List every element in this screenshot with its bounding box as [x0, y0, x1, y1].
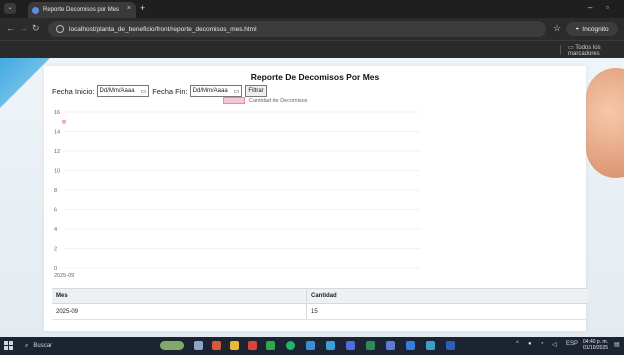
y-tick-label: 12 [54, 149, 60, 155]
fecha-fin-input[interactable]: Dd/Mm/Aaaa ▭ [189, 85, 243, 97]
y-tick-label: 10 [54, 169, 60, 175]
bookmarks-divider [560, 45, 561, 55]
search-icon: ⌕ [25, 342, 29, 349]
taskbar-search[interactable]: ⌕ Buscar [25, 340, 125, 352]
spotify-icon[interactable] [286, 341, 295, 350]
app-icon[interactable] [426, 341, 435, 350]
tab-close-icon[interactable]: × [127, 5, 131, 12]
wifi-icon[interactable]: ◔ [540, 341, 544, 347]
data-point [61, 119, 66, 124]
y-tick-label: 8 [54, 188, 57, 194]
restore-icon[interactable]: ▫ [606, 3, 609, 12]
app-icon[interactable] [346, 341, 355, 350]
vscode-icon[interactable] [406, 341, 415, 350]
table-row: 2025-09 15 [52, 304, 588, 320]
calendar-icon[interactable]: ▭ [141, 88, 147, 95]
tab-search-icon[interactable]: ⌄ [4, 3, 16, 14]
language-indicator[interactable]: ESP [566, 341, 578, 347]
volume-icon[interactable]: ◁ [552, 341, 557, 348]
y-tick-label: 0 [54, 266, 57, 272]
app-icon[interactable] [266, 341, 275, 350]
fecha-inicio-label: Fecha Inicio: [52, 86, 95, 96]
forward-icon[interactable]: → [19, 23, 28, 33]
start-button[interactable] [4, 341, 14, 351]
column-header-mes: Mes [56, 293, 68, 299]
data-table: Mes Cantidad 2025-09 15 [52, 288, 588, 320]
url-field[interactable]: localhost/planta_de_beneficio/front/repo… [48, 21, 546, 37]
column-header-cantidad: Cantidad [306, 289, 588, 303]
incognito-label: Incógnito [582, 25, 609, 33]
page-title: Reporte De Decomisos Por Mes [250, 72, 380, 82]
y-tick-label: 16 [54, 110, 60, 116]
excel-icon[interactable] [366, 341, 375, 350]
notifications-icon[interactable]: ▤ [614, 341, 620, 348]
clock[interactable]: 04:40 p. m. 01/10/2025 [583, 339, 608, 351]
fecha-fin-placeholder: Dd/Mm/Aaaa [192, 88, 228, 94]
widgets-icon[interactable] [160, 341, 184, 350]
tab-title: Reporte Decomisos por Mes [43, 7, 120, 13]
y-tick-label: 2 [54, 247, 57, 253]
back-icon[interactable]: ← [6, 23, 15, 33]
filter-form: Fecha Inicio: Dd/Mm/Aaaa ▭ Fecha Fin: Dd… [52, 85, 267, 97]
word-icon[interactable] [446, 341, 455, 350]
cell-cantidad: 15 [306, 304, 588, 319]
incognito-badge[interactable]: ◓ Incógnito [566, 22, 618, 36]
app-icon[interactable] [326, 341, 335, 350]
y-tick-label: 6 [54, 208, 57, 214]
legend-swatch [223, 97, 245, 104]
filter-button[interactable]: Filtrar [245, 85, 267, 97]
bookmark-star-icon[interactable]: ☆ [553, 23, 561, 34]
table-header: Mes Cantidad [52, 288, 588, 304]
tray-app-icon[interactable]: ● [528, 341, 532, 347]
app-icon[interactable] [248, 341, 257, 350]
tray-chevron-icon[interactable]: ^ [516, 341, 519, 347]
all-bookmarks-button[interactable]: ▭ Todos los marcadores [568, 44, 624, 57]
windows-taskbar: ⌕ Buscar ^ ● ◔ ◁ ESP 04:40 p. m. 01/10/2… [0, 337, 624, 355]
edge-icon[interactable] [306, 341, 315, 350]
line-chart: 0 2 4 6 8 10 12 14 16 2025-09 [54, 110, 420, 279]
y-tick-label: 14 [54, 130, 60, 136]
taskbar-search-placeholder: Buscar [33, 343, 53, 349]
site-info-icon[interactable] [56, 25, 64, 33]
legend-label: Cantidad de Decomisos [249, 97, 308, 104]
report-card: Reporte De Decomisos Por Mes Fecha Inici… [44, 66, 588, 331]
task-view-icon[interactable] [194, 341, 203, 350]
favicon-icon [32, 6, 39, 14]
incognito-icon: ◓ [575, 25, 580, 33]
cell-mes: 2025-09 [56, 308, 79, 315]
background-decoration-right [586, 68, 624, 178]
page-viewport: Reporte De Decomisos Por Mes Fecha Inici… [0, 58, 624, 337]
background-decoration-left [0, 58, 50, 118]
browser-tab[interactable]: Reporte Decomisos por Mes × [28, 2, 136, 18]
fecha-inicio-input[interactable]: Dd/Mm/Aaaa ▭ [96, 85, 150, 97]
fecha-fin-label: Fecha Fin: [152, 86, 188, 96]
calendar-icon[interactable]: ▭ [234, 88, 240, 95]
bookmarks-bar: ▭ Todos los marcadores [0, 40, 624, 58]
app-icon[interactable] [386, 341, 395, 350]
fecha-inicio-placeholder: Dd/Mm/Aaaa [99, 88, 135, 94]
chart-legend[interactable]: Cantidad de Decomisos [223, 97, 307, 104]
clock-date: 01/10/2025 [583, 345, 609, 351]
y-tick-label: 4 [54, 227, 57, 233]
x-tick-label: 2025-09 [54, 273, 74, 279]
url-text: localhost/planta_de_beneficio/front/repo… [69, 25, 257, 33]
reload-icon[interactable]: ↻ [32, 23, 40, 34]
address-bar-row: ← → ↻ localhost/planta_de_beneficio/fron… [0, 18, 624, 40]
file-explorer-icon[interactable] [230, 341, 239, 350]
minimize-icon[interactable]: – [588, 3, 592, 12]
app-icon[interactable] [212, 341, 221, 350]
browser-tabbar: ⌄ Reporte Decomisos por Mes × + – ▫ [0, 0, 624, 18]
new-tab-button[interactable]: + [140, 3, 145, 13]
